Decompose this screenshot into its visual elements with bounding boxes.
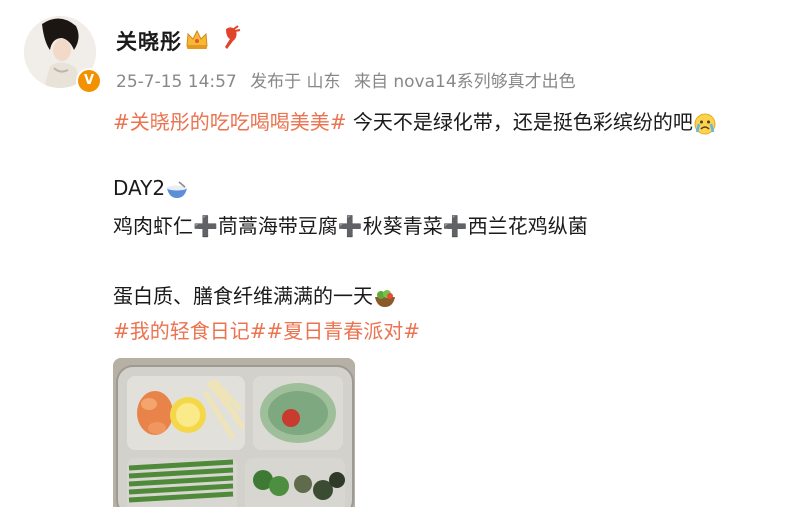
post-line-1: #关晓彤的吃吃喝喝美美# 今天不是绿化带，还是挺色彩缤纷的吧 [113, 106, 717, 136]
post-line-4: 蛋白质、膳食纤维满满的一天 [113, 280, 397, 309]
verified-badge: V [76, 68, 102, 94]
post-location: 发布于 山东 [250, 72, 341, 92]
crying-face-icon [694, 113, 716, 134]
post-line-3: 鸡肉虾仁➕茼蒿海带豆腐➕秋葵青菜➕西兰花鸡纵菌 [113, 214, 588, 238]
user-name[interactable]: 关晓彤 [116, 26, 182, 56]
hashtag-link[interactable]: #关晓彤的吃吃喝喝美美# [113, 110, 347, 134]
post-image[interactable] [113, 358, 355, 507]
bowl-icon [167, 180, 188, 198]
post-time[interactable]: 25-7-15 14:57 [116, 72, 237, 92]
hashtag-links[interactable]: #我的轻食日记##夏日青春派对# [113, 315, 420, 344]
lunch-box-photo [113, 358, 355, 507]
post-text: 今天不是绿化带，还是挺色彩缤纷的吧 [346, 110, 693, 134]
post-meta: 25-7-15 14:57 发布于 山东 来自 nova14系列够真才出色 [116, 67, 584, 92]
day-label: DAY2 [113, 176, 166, 200]
post-line-2: DAY2 [113, 176, 189, 200]
salad-icon [375, 289, 395, 307]
post-device[interactable]: 来自 nova14系列够真才出色 [354, 72, 576, 92]
lobster-icon [225, 25, 241, 49]
post-text: 蛋白质、膳食纤维满满的一天 [113, 284, 373, 308]
crown-icon [186, 29, 208, 49]
